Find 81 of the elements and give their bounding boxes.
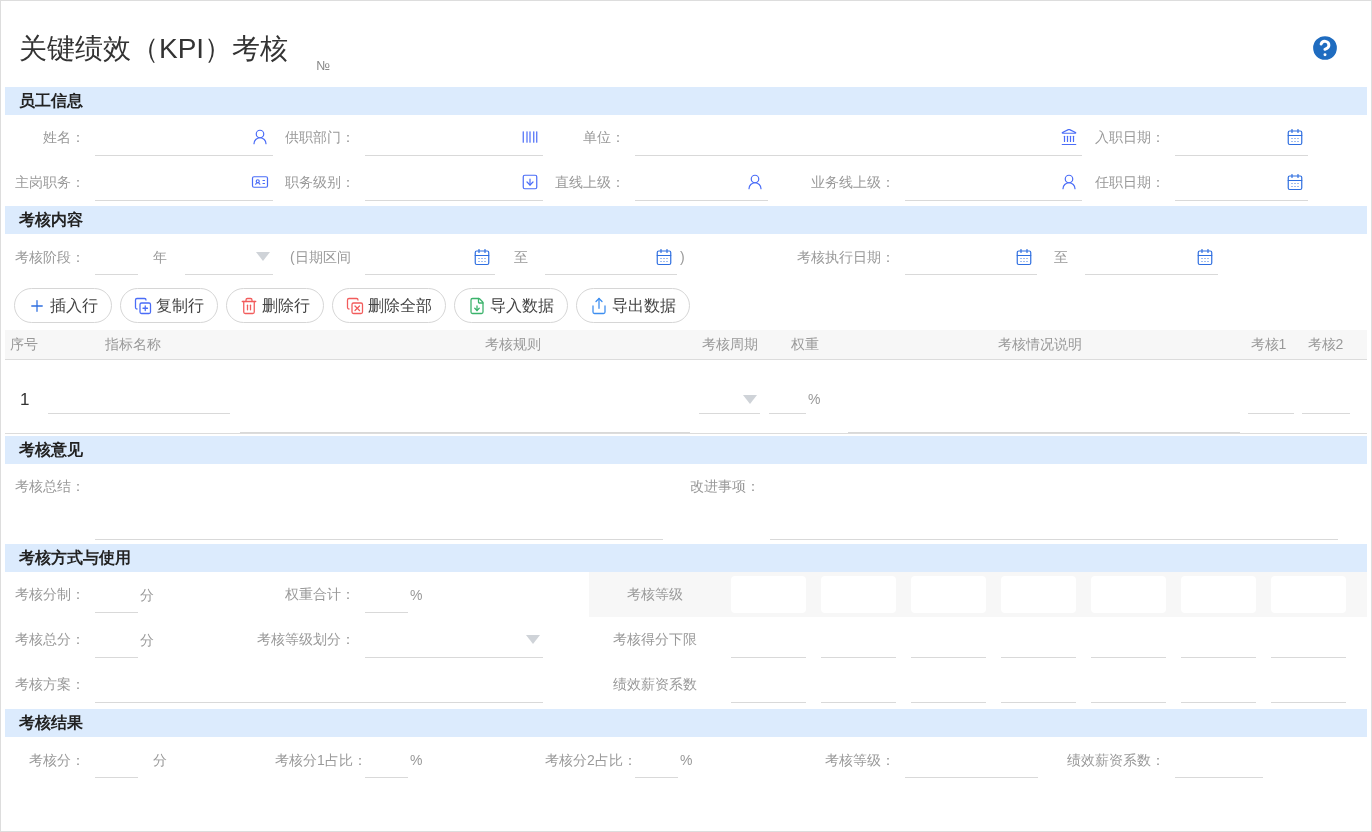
section-header: 员工信息 [5,87,1367,115]
field-label: 考核总分： [14,630,86,649]
row-number: 1 [19,389,31,411]
field-label: 考核分1占比： [275,750,365,770]
field-label: 任职日期： [1094,173,1166,192]
unit-text: 至 [1054,249,1068,265]
column-header: 序号 [9,335,39,354]
field-label: 考核等级： [824,750,896,770]
field-label: 考核等级划分： [256,630,356,649]
toolbar-button[interactable]: 插入行 [14,288,112,323]
toolbar-button[interactable]: 删除全部 [332,288,446,323]
import-file-icon [468,296,486,315]
section-header: 考核意见 [5,436,1367,464]
unit-text: % [410,586,423,603]
trash-icon [240,296,258,315]
section-header: 考核内容 [5,206,1367,234]
calendar-icon [473,247,491,266]
grade-row-label: 考核等级 [626,585,684,604]
unit-text: 至 [514,249,528,265]
column-header: 考核2 [1306,335,1345,354]
unit-text: 分 [140,586,154,603]
field-label: 考核阶段： [14,247,86,267]
toolbar-button[interactable]: 导出数据 [576,288,690,323]
toolbar-button[interactable]: 导入数据 [454,288,568,323]
clear-all-icon [346,296,364,315]
field-label: 主岗职务： [14,173,86,192]
field-label: 考核分： [28,750,86,770]
calendar-icon [1286,128,1304,146]
export-icon [590,296,608,315]
barcode-icon [521,128,539,146]
field-label: 直线上级： [554,173,626,192]
field-label: 考核分2占比： [545,750,635,770]
field-label: 业务线上级： [810,173,896,192]
field-label: 考核方案： [14,675,86,694]
section-header: 考核结果 [5,709,1367,737]
field-label: 职务级别： [284,173,356,192]
toolbar-button[interactable]: 删除行 [226,288,324,323]
field-label: 绩效薪资系数： [1066,750,1166,770]
section-header: 考核方式与使用 [5,544,1367,572]
field-label: 入职日期： [1094,128,1166,147]
field-label: 供职部门： [284,128,356,147]
field-label: 考核分制： [14,585,86,604]
dropdown-caret-icon [743,395,757,404]
field-label: 考核执行日期： [796,247,896,267]
field-label: 单位： [582,128,626,147]
column-header: 考核1 [1249,335,1288,354]
unit-text: 分 [140,631,154,648]
calendar-icon [1196,247,1214,266]
calendar-icon [655,247,673,266]
percent-unit: % [808,390,821,409]
person-icon [746,173,764,191]
grade-row-label: 绩效薪资系数 [612,675,698,694]
column-header: 指标名称 [105,335,162,354]
column-header: 考核规则 [483,335,542,354]
field-label: 考核总结： [14,477,86,496]
person-icon [251,128,269,146]
person-icon [1060,173,1078,191]
download-box-icon [521,173,539,191]
unit-text: (日期区间 [290,249,351,265]
bank-icon [1060,128,1078,146]
unit-text: % [410,752,423,768]
toolbar-button[interactable]: 复制行 [120,288,218,323]
field-label: 权重合计： [284,585,356,604]
field-label: 姓名： [42,128,86,147]
calendar-icon [1015,247,1033,266]
column-header: 考核情况说明 [997,335,1083,354]
unit-text: 分 [153,752,167,768]
id-card-icon [251,173,269,191]
number-mark: № [316,56,331,75]
page-title: 关键绩效（KPI）考核 [19,32,289,66]
unit-text: % [680,752,693,768]
column-header: 考核周期 [701,335,759,354]
unit-text: ) [680,249,685,265]
column-header: 权重 [790,335,820,354]
calendar-icon [1286,173,1304,191]
grade-row-label: 考核得分下限 [612,630,698,649]
copy-icon [134,296,152,315]
unit-text: 年 [153,249,167,265]
field-label: 改进事项： [689,477,761,496]
dropdown-caret-icon [526,634,540,644]
dropdown-caret-icon [256,252,270,261]
